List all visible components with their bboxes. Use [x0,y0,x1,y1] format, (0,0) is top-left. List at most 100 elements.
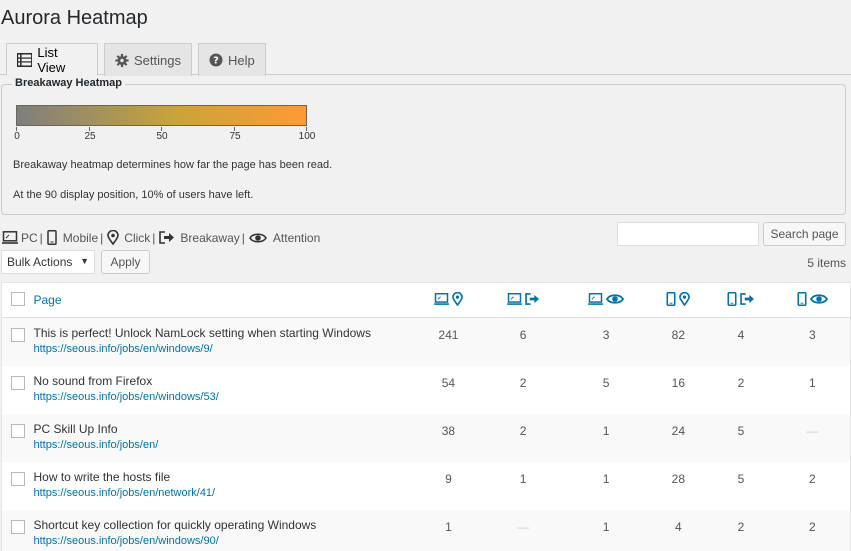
legend-attention: Attention [272,230,321,245]
gear-icon [115,53,129,67]
tab-label: Settings [134,52,181,68]
legend-separator: | [100,230,104,245]
mobile-breakaway-value: 5 [737,471,745,486]
pc-breakaway-value: 6 [519,328,527,342]
items-count: 5 items [807,256,846,270]
pc-icon [506,292,522,305]
pc-click-column-header[interactable] [414,283,484,318]
row-url-link[interactable]: https://seous.info/jobs/en/windows/53/ [34,391,414,403]
mobile-attention-value: 1 [808,375,816,390]
row-title[interactable]: This is perfect! Unlock NamLock setting … [34,326,414,340]
table-row: This is perfect! Unlock NamLock setting … [1,317,851,366]
pc-attention-value: 3 [602,328,610,342]
click-icon [679,291,691,306]
bulk-actions-select[interactable]: Bulk Actions ▼ [1,250,95,274]
row-url-link[interactable]: https://seous.info/jobs/en/windows/9/ [34,343,414,355]
tab-label: List View [37,44,66,75]
page-title: Aurora Heatmap [1,7,148,29]
tab-label: Help [228,52,255,68]
row-checkbox-cell [2,510,34,551]
pc-click-value: 9 [445,471,452,486]
panel-note: At the 90 display position, 10% of users… [13,189,254,201]
breakaway-icon [524,292,539,305]
row-checkbox-cell [2,462,34,510]
tab-help[interactable]: ? Help [198,43,266,76]
tab-settings[interactable]: Settings [104,43,192,76]
breakaway-heatmap-panel: Breakaway Heatmap 0 25 50 75 100 Breakaw… [1,77,846,215]
row-url-link[interactable]: https://seous.info/jobs/en/ [34,439,414,451]
pc-icon [434,293,449,305]
mobile-attention-value: — [806,423,819,438]
select-all-cell [2,283,34,318]
apply-button[interactable]: Apply [101,250,150,274]
legend-separator: | [152,230,156,245]
pc-click-value: 38 [441,423,456,438]
legend-breakaway: Breakaway [180,230,240,245]
mobile-click-value: 4 [674,519,682,534]
list-icon [17,52,33,67]
pc-attention-value: 1 [602,519,610,534]
row-url-link[interactable]: https://seous.info/jobs/en/network/41/ [34,487,414,499]
row-title[interactable]: PC Skill Up Info [34,422,414,436]
row-title[interactable]: Shortcut key collection for quickly oper… [34,518,414,532]
pc-breakaway-value: 2 [519,423,527,438]
breakaway-icon [159,231,175,244]
help-icon: ? [209,53,223,67]
scale-label: 25 [84,131,96,142]
mobile-attention-column-header[interactable] [775,283,851,318]
page-cell: PC Skill Up Info https://seous.info/jobs… [34,414,414,462]
scale-label: 0 [14,131,20,142]
mobile-click-value: 82 [671,328,685,342]
heatmap-color-scale [16,105,307,126]
row-url-link[interactable]: https://seous.info/jobs/en/windows/90/ [34,535,414,547]
click-icon [107,230,120,245]
mobile-icon [666,291,676,306]
mobile-click-column-header[interactable] [649,283,707,318]
page-cell: How to write the hosts file https://seou… [34,462,414,510]
attention-icon [606,293,625,304]
tab-bar: List View Settings ? Help [0,43,851,76]
mobile-breakaway-value: 2 [737,519,745,534]
table-row: How to write the hosts file https://seou… [2,462,851,510]
mobile-click-value: 24 [671,423,685,438]
breakaway-icon [740,292,754,305]
panel-description: Breakaway heatmap determines how far the… [13,159,333,171]
legend-pc: PC [21,230,38,245]
mobile-icon [797,291,807,306]
table-row: PC Skill Up Info https://seous.info/jobs… [1,413,851,462]
legend-click: Click [124,230,151,245]
svg-text:?: ? [213,56,219,67]
table-header-row: Page [1,283,851,318]
row-checkbox[interactable] [10,519,25,534]
pc-attention-column-header[interactable] [563,283,650,318]
pc-icon [2,231,18,244]
mobile-breakaway-value: 2 [737,375,745,390]
mobile-breakaway-value: 4 [737,328,745,342]
row-title[interactable]: How to write the hosts file [34,470,414,484]
bulk-actions-value: Bulk Actions [7,255,73,269]
page-cell: No sound from Firefox https://seous.info… [34,366,414,414]
attention-icon [809,293,828,304]
row-title[interactable]: No sound from Firefox [34,374,414,388]
search-button[interactable]: Search page [763,222,846,246]
row-checkbox[interactable] [10,375,25,390]
table-row: No sound from Firefox https://seous.info… [2,366,851,414]
row-checkbox[interactable] [10,423,25,438]
page-column-header[interactable]: Page [34,283,414,318]
mobile-attention-value: 2 [808,519,816,534]
legend-separator: | [39,230,43,245]
tab-list-view[interactable]: List View [6,43,98,76]
select-all-checkbox[interactable] [10,291,25,306]
search-input[interactable] [617,222,759,246]
pc-breakaway-column-header[interactable] [483,283,562,318]
pc-attention-value: 5 [602,375,610,390]
scale-label: 100 [298,131,316,142]
row-checkbox[interactable] [10,471,25,486]
pages-table: Page This is perfect! Unlock NamLock set… [1,282,851,551]
row-checkbox[interactable] [10,328,25,342]
mobile-breakaway-value: 5 [737,423,745,438]
mobile-attention-value: 3 [808,328,816,342]
mobile-breakaway-column-header[interactable] [707,283,774,318]
pc-attention-value: 1 [602,423,610,438]
row-checkbox-cell [2,414,34,462]
